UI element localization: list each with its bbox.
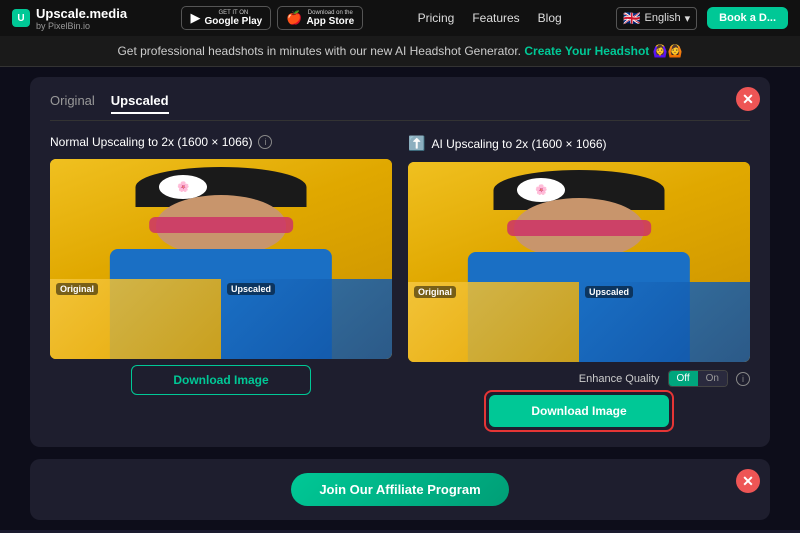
nav-blog[interactable]: Blog bbox=[538, 11, 562, 25]
banner-link[interactable]: Create Your Headshot bbox=[524, 44, 649, 58]
flower-shape: 🌸 bbox=[159, 175, 207, 199]
logo-icon: U bbox=[12, 9, 30, 27]
thumb-label-original: Original bbox=[56, 283, 98, 295]
nav-features[interactable]: Features bbox=[472, 11, 519, 25]
thumb-original-right: Original bbox=[408, 282, 579, 362]
language-label: English bbox=[645, 12, 681, 24]
flag-icon: 🇬🇧 bbox=[623, 10, 640, 27]
tab-original[interactable]: Original bbox=[50, 93, 95, 114]
thumb-label-upscaled: Upscaled bbox=[227, 283, 275, 295]
navbar: U Upscale.media by PixelBin.io ▶ GET IT … bbox=[0, 0, 800, 36]
logo-text: Upscale.media bbox=[36, 6, 127, 21]
enhance-label: Enhance Quality bbox=[579, 373, 660, 385]
right-column-title: ⬆️ AI Upscaling to 2x (1600 × 1066) bbox=[408, 135, 750, 152]
google-play-label-main: Google Play bbox=[204, 16, 262, 27]
thumb-label-upscaled-right: Upscaled bbox=[585, 286, 633, 298]
left-image: 🌸 Original Upscaled bbox=[50, 159, 392, 359]
app-store-label-main: App Store bbox=[306, 16, 354, 27]
left-download-row: Download Image bbox=[50, 365, 392, 395]
enhance-info-icon[interactable]: i bbox=[736, 372, 750, 386]
chevron-down-icon: ▾ bbox=[685, 12, 691, 25]
left-info-icon[interactable]: i bbox=[258, 135, 272, 149]
thumb-label-original-right: Original bbox=[414, 286, 456, 298]
bottom-close-button[interactable]: ✕ bbox=[736, 469, 760, 493]
upscale-icon: ⬆️ bbox=[408, 135, 425, 152]
store-buttons: ▶ GET IT ON Google Play 🍎 Download on th… bbox=[181, 6, 363, 30]
app-store-label-top: Download on the bbox=[306, 10, 354, 16]
right-download-row: Download Image bbox=[408, 395, 750, 427]
book-demo-button[interactable]: Book a D... bbox=[707, 7, 788, 29]
play-icon: ▶ bbox=[190, 10, 200, 26]
logo[interactable]: U Upscale.media by PixelBin.io bbox=[12, 6, 127, 31]
right-column: ⬆️ AI Upscaling to 2x (1600 × 1066) 🌸 Or bbox=[408, 135, 750, 427]
enhance-toggle[interactable]: Off On bbox=[668, 370, 729, 387]
comparison-strip: Original Upscaled bbox=[50, 279, 392, 359]
main-content: ✕ Original Upscaled Normal Upscaling to … bbox=[0, 67, 800, 530]
toggle-on[interactable]: On bbox=[698, 371, 727, 386]
bottom-card: ✕ Join Our Affiliate Program bbox=[30, 459, 770, 520]
banner-emoji: 🙆‍♀️🙆 bbox=[653, 44, 683, 58]
right-download-button[interactable]: Download Image bbox=[489, 395, 669, 427]
download-btn-wrapper: Download Image bbox=[489, 395, 669, 427]
apple-icon: 🍎 bbox=[286, 10, 302, 26]
toggle-off[interactable]: Off bbox=[669, 371, 698, 386]
right-image: 🌸 Original Upscaled bbox=[408, 162, 750, 362]
modal-card: ✕ Original Upscaled Normal Upscaling to … bbox=[30, 77, 770, 447]
left-column: Normal Upscaling to 2x (1600 × 1066) i 🌸 bbox=[50, 135, 392, 427]
left-download-button[interactable]: Download Image bbox=[131, 365, 311, 395]
close-button[interactable]: ✕ bbox=[736, 87, 760, 111]
language-selector[interactable]: 🇬🇧 English ▾ bbox=[616, 7, 697, 30]
enhance-quality-row: Enhance Quality Off On i bbox=[408, 370, 750, 387]
thumb-upscaled: Upscaled bbox=[221, 279, 392, 359]
flower-shape-right: 🌸 bbox=[517, 178, 565, 202]
google-play-button[interactable]: ▶ GET IT ON Google Play bbox=[181, 6, 271, 30]
nav-links: Pricing Features Blog bbox=[418, 11, 562, 25]
thumb-upscaled-right: Upscaled bbox=[579, 282, 750, 362]
columns: Normal Upscaling to 2x (1600 × 1066) i 🌸 bbox=[50, 135, 750, 427]
glasses-shape bbox=[149, 217, 293, 233]
left-column-title: Normal Upscaling to 2x (1600 × 1066) i bbox=[50, 135, 392, 149]
glasses-shape-right bbox=[507, 220, 651, 236]
app-store-button[interactable]: 🍎 Download on the App Store bbox=[277, 6, 363, 30]
tab-upscaled[interactable]: Upscaled bbox=[111, 93, 169, 114]
affiliate-button[interactable]: Join Our Affiliate Program bbox=[291, 473, 508, 506]
nav-pricing[interactable]: Pricing bbox=[418, 11, 455, 25]
logo-sub: by PixelBin.io bbox=[36, 21, 127, 31]
banner-text: Get professional headshots in minutes wi… bbox=[117, 44, 521, 58]
promo-banner: Get professional headshots in minutes wi… bbox=[0, 36, 800, 67]
nav-right: 🇬🇧 English ▾ Book a D... bbox=[616, 7, 788, 30]
comparison-strip-right: Original Upscaled bbox=[408, 282, 750, 362]
thumb-original: Original bbox=[50, 279, 221, 359]
tabs: Original Upscaled bbox=[50, 93, 750, 121]
